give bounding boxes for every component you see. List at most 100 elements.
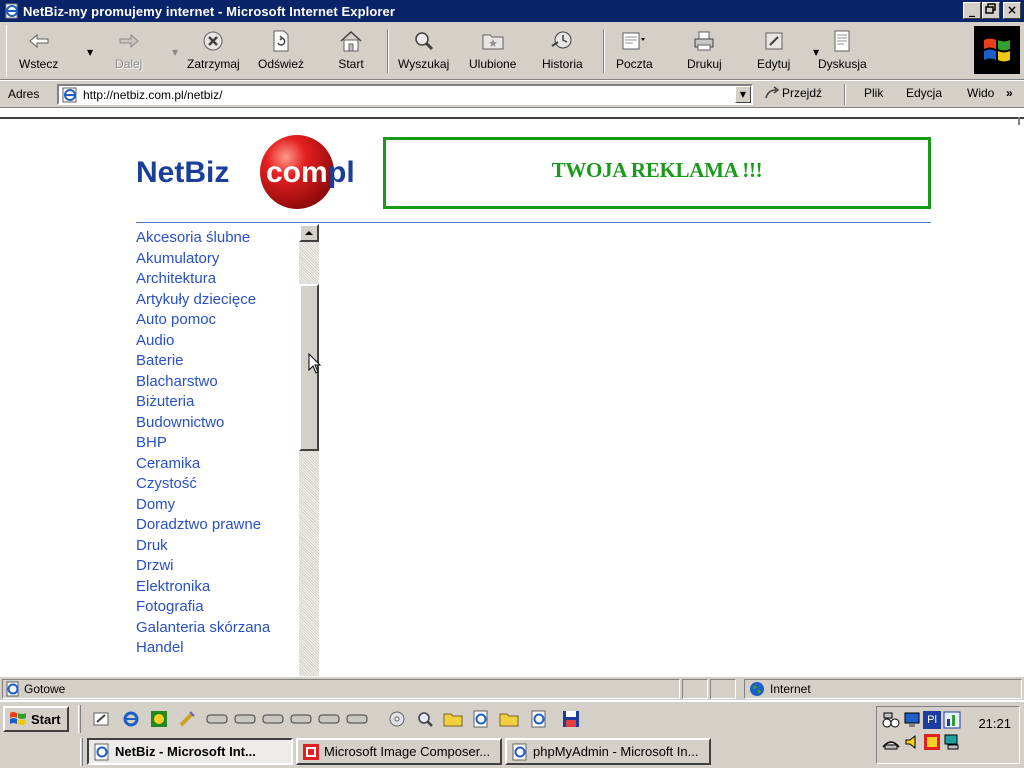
category-link[interactable]: Artykuły dziecięce — [136, 290, 299, 311]
quicklaunch-drive-icon[interactable] — [206, 708, 228, 730]
history-icon — [551, 31, 572, 49]
category-scrollbar[interactable] — [299, 224, 319, 676]
category-link[interactable]: Domy — [136, 495, 299, 516]
start-label: Start — [31, 711, 61, 727]
windows-flag-icon — [10, 712, 26, 725]
back-button[interactable]: Wstecz — [19, 28, 58, 74]
tray-language-indicator[interactable]: Pl — [923, 711, 941, 729]
category-link[interactable]: Druk — [136, 536, 299, 557]
category-link[interactable]: Czystość — [136, 474, 299, 495]
tray-app-icon[interactable] — [923, 733, 941, 751]
category-link[interactable]: Akumulatory — [136, 249, 299, 270]
tray-chart-icon[interactable] — [943, 711, 961, 729]
category-link[interactable]: Elektronika — [136, 577, 299, 598]
standard-toolbar: Wstecz ▼ Dalej ▼ Zatrzymaj Odśwież Start… — [0, 22, 1024, 80]
quicklaunch-drive-icon[interactable] — [290, 708, 312, 730]
forward-button[interactable]: Dalej — [115, 28, 142, 74]
category-link[interactable]: Auto pomoc — [136, 310, 299, 331]
quicklaunch-save-icon[interactable] — [560, 708, 582, 730]
tray-monitor-icon[interactable] — [903, 711, 921, 729]
category-link[interactable]: Architektura — [136, 269, 299, 290]
category-link[interactable]: Ceramika — [136, 454, 299, 475]
quicklaunch-cd-icon[interactable] — [386, 708, 408, 730]
category-link[interactable]: Doradztwo prawne — [136, 515, 299, 536]
discuss-button[interactable]: Dyskusja — [818, 28, 867, 74]
back-label: Wstecz — [19, 57, 59, 71]
category-link[interactable]: Audio — [136, 331, 299, 352]
quicklaunch-clock-icon[interactable] — [148, 708, 170, 730]
category-link[interactable]: Baterie — [136, 351, 299, 372]
quicklaunch-search-icon[interactable] — [414, 708, 436, 730]
home-icon — [340, 30, 362, 52]
ie-page-icon — [62, 87, 77, 102]
quicklaunch-drive-icon[interactable] — [234, 708, 256, 730]
forward-label: Dalej — [115, 57, 143, 71]
category-link[interactable]: Blacharstwo — [136, 372, 299, 393]
favorites-icon — [482, 34, 504, 50]
scroll-up-icon — [305, 231, 313, 235]
quicklaunch-ie-icon[interactable] — [120, 708, 142, 730]
back-dropdown-icon[interactable]: ▼ — [87, 48, 93, 57]
category-link[interactable]: Drzwi — [136, 556, 299, 577]
tray-modem-icon[interactable] — [881, 733, 901, 751]
tray-network-icon[interactable] — [881, 711, 901, 729]
category-link[interactable]: Budownictwo — [136, 413, 299, 434]
menu-file[interactable]: Plik — [864, 86, 883, 100]
quicklaunch-drive-icon[interactable] — [346, 708, 368, 730]
minimize-button[interactable]: _ — [963, 2, 981, 19]
address-input[interactable]: http://netbiz.com.pl/netbiz/ ▼ — [57, 84, 753, 105]
netbiz-logo[interactable]: NetBiz com pl — [136, 131, 376, 211]
quicklaunch-drive-icon[interactable] — [262, 708, 284, 730]
task-button-image-composer[interactable]: Microsoft Image Composer... — [296, 738, 502, 765]
ad-text: TWOJA REKLAMA !!! — [551, 158, 763, 182]
quicklaunch-folder-icon[interactable] — [442, 708, 464, 730]
menu-more-chevron[interactable]: » — [1006, 86, 1013, 100]
category-list: Akcesoria ślubne Akumulatory Architektura A… — [136, 228, 299, 676]
home-button[interactable]: Start — [338, 28, 364, 74]
tray-computer-icon[interactable] — [943, 733, 961, 751]
stop-button[interactable]: Zatrzymaj — [187, 28, 240, 74]
ad-banner[interactable]: TWOJA REKLAMA !!! — [383, 137, 931, 209]
category-link[interactable]: Galanteria skórzana — [136, 618, 299, 639]
title-bar[interactable]: NetBiz-my promujemy internet - Microsoft… — [0, 0, 1024, 22]
refresh-button[interactable]: Odśwież — [258, 28, 304, 74]
logo-part-com: com — [266, 156, 328, 189]
task-button-netbiz[interactable]: NetBiz - Microsoft Int... — [87, 738, 293, 765]
scroll-up-button[interactable] — [299, 224, 319, 242]
window-title: NetBiz-my promujemy internet - Microsoft… — [23, 3, 396, 19]
maximize-button[interactable] — [982, 2, 1000, 19]
status-text: Gotowe — [24, 682, 66, 696]
quicklaunch-ie-icon[interactable] — [470, 708, 492, 730]
quicklaunch-tool-icon[interactable] — [176, 708, 198, 730]
history-button[interactable]: Historia — [542, 28, 583, 74]
quicklaunch-ie-icon[interactable] — [528, 708, 550, 730]
refresh-icon — [273, 30, 289, 52]
search-icon — [414, 32, 433, 51]
category-link[interactable]: Handel — [136, 638, 299, 659]
edit-button[interactable]: Edytuj — [757, 28, 790, 74]
menu-view[interactable]: Wido — [967, 86, 994, 100]
print-button[interactable]: Drukuj — [687, 28, 722, 74]
address-url: http://netbiz.com.pl/netbiz/ — [83, 87, 223, 102]
task-label: phpMyAdmin - Microsoft In... — [533, 744, 699, 759]
quicklaunch-drive-icon[interactable] — [318, 708, 340, 730]
category-link[interactable]: Fotografia — [136, 597, 299, 618]
task-button-phpmyadmin[interactable]: phpMyAdmin - Microsoft In... — [505, 738, 711, 765]
close-button[interactable]: × — [1003, 2, 1021, 19]
mail-button[interactable]: Poczta — [616, 28, 653, 74]
print-icon — [694, 31, 714, 51]
category-link[interactable]: Biżuteria — [136, 392, 299, 413]
clock[interactable]: 21:21 — [978, 716, 1011, 731]
start-button[interactable]: Start — [3, 706, 69, 732]
forward-dropdown-icon[interactable]: ▼ — [172, 48, 178, 57]
search-button[interactable]: Wyszukaj — [398, 28, 449, 74]
menu-edit[interactable]: Edycja — [906, 86, 942, 100]
address-dropdown-icon[interactable]: ▼ — [735, 86, 751, 103]
favorites-button[interactable]: Ulubione — [469, 28, 516, 74]
category-link[interactable]: BHP — [136, 433, 299, 454]
tray-volume-icon[interactable] — [903, 733, 921, 751]
quicklaunch-desktop-icon[interactable] — [90, 708, 112, 730]
category-link[interactable]: Akcesoria ślubne — [136, 228, 299, 249]
go-button[interactable]: Przejdź — [764, 86, 822, 100]
quicklaunch-folder-icon[interactable] — [498, 708, 520, 730]
